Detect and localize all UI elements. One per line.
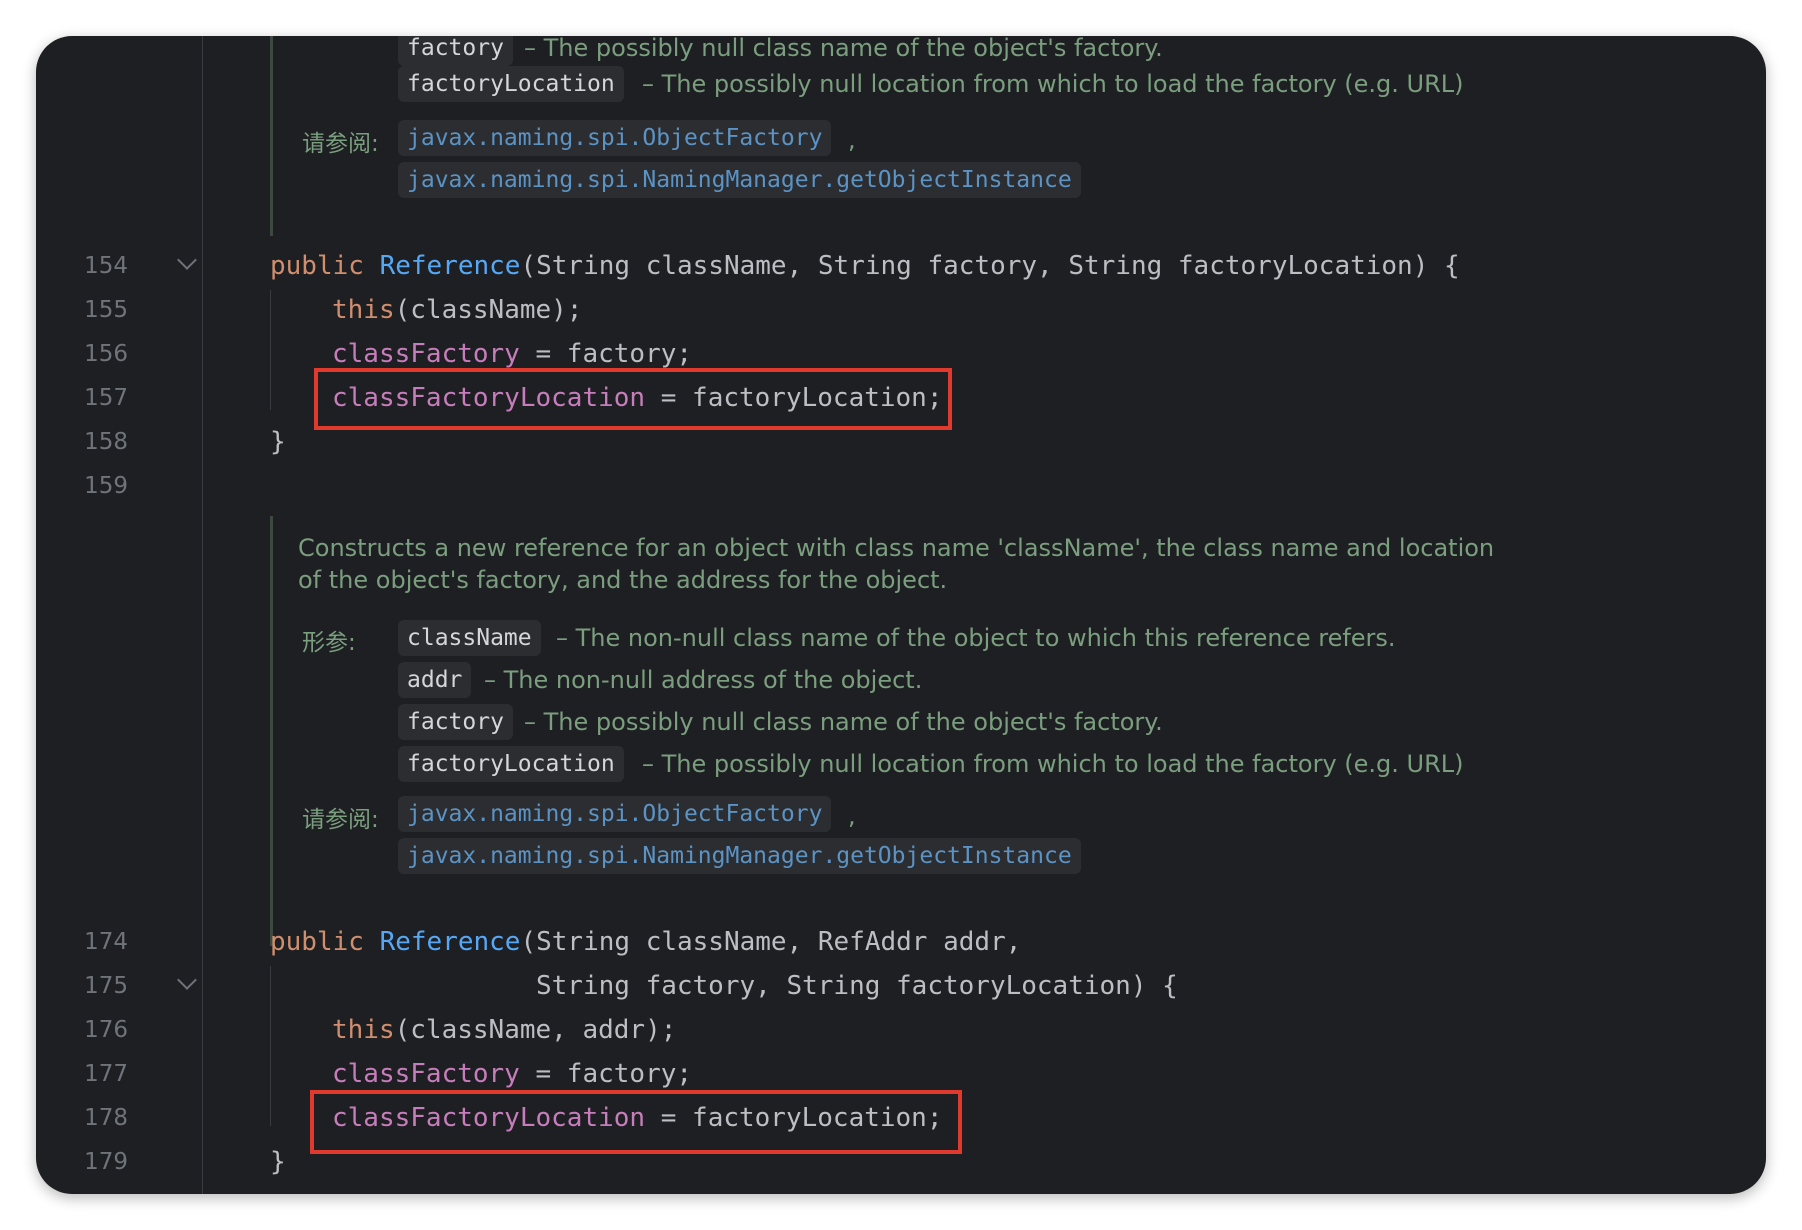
code-line-155: this(className); (332, 292, 582, 328)
keyword-public: public (270, 927, 364, 957)
line-number: 175 (84, 973, 128, 999)
see-link-objectfactory[interactable]: javax.naming.spi.ObjectFactory (398, 796, 832, 832)
param-chip-className: className (398, 620, 541, 656)
params-label: 形参: (302, 630, 356, 656)
doc-description-line-2: of the object's factory, and the address… (298, 566, 948, 594)
field-name: classFactory (332, 1059, 520, 1089)
code-text: (className); (394, 295, 583, 325)
see-link-getobjectinstance-top[interactable]: javax.naming.spi.NamingManager.getObject… (398, 162, 1081, 198)
code-line-174: public Reference(String className, RefAd… (270, 924, 1021, 960)
line-number: 155 (84, 297, 128, 323)
keyword-this: this (332, 295, 395, 325)
method-params: (String className, String factory, Strin… (520, 251, 1460, 281)
see-separator-top: , (848, 126, 856, 154)
param-desc-addr: – The non-null address of the object. (484, 666, 923, 694)
line-number: 158 (84, 429, 128, 455)
doc-comment-middle (270, 516, 273, 946)
line-number: 154 (84, 253, 128, 279)
code-line-158: } (270, 424, 286, 460)
code-line-179: } (270, 1144, 286, 1180)
closing-brace: } (270, 427, 286, 457)
doc-description-line-1: Constructs a new reference for an object… (298, 534, 1495, 562)
code-editor-window: factory – The possibly null class name o… (36, 36, 1766, 1194)
param-desc-className: – The non-null class name of the object … (556, 624, 1396, 652)
method-name: Reference (379, 251, 521, 281)
method-params: (String className, RefAddr addr, (520, 927, 1022, 957)
code-line-154: public Reference(String className, Strin… (270, 248, 1460, 284)
line-number: 177 (84, 1061, 128, 1087)
param-chip-addr: addr (398, 662, 472, 698)
keyword-public: public (270, 251, 364, 281)
see-label-top: 请参阅: (302, 131, 379, 157)
code-line-156: classFactory = factory; (332, 336, 692, 372)
line-number: 179 (84, 1149, 128, 1175)
param-desc-factoryLocation: – The possibly null location from which … (642, 750, 1464, 778)
doc-comment-top (270, 36, 273, 236)
highlight-box-line-178 (310, 1090, 962, 1154)
line-number: 157 (84, 385, 128, 411)
highlight-box-line-157 (314, 368, 952, 430)
fold-chevron-icon[interactable] (177, 970, 197, 990)
field-name: classFactory (332, 339, 520, 369)
method-name: Reference (379, 927, 521, 957)
line-number: 174 (84, 929, 128, 955)
indent-guide (270, 966, 271, 1126)
see-label: 请参阅: (302, 807, 379, 833)
code-line-175: String factory, String factoryLocation) … (536, 968, 1178, 1004)
param-desc-factoryLocation-top: – The possibly null location from which … (642, 70, 1464, 98)
line-number: 159 (84, 473, 128, 499)
code-text: = factory; (519, 339, 693, 369)
see-link-getobjectinstance[interactable]: javax.naming.spi.NamingManager.getObject… (398, 838, 1081, 874)
code-text: (className, addr); (394, 1015, 677, 1045)
line-number: 178 (84, 1105, 128, 1131)
code-text: String factory, String factoryLocation) … (536, 971, 1178, 1001)
fold-chevron-icon[interactable] (177, 250, 197, 270)
param-chip-factory-top: factory (398, 36, 513, 66)
gutter-divider (202, 36, 203, 1194)
line-number: 156 (84, 341, 128, 367)
param-chip-factoryLocation: factoryLocation (398, 746, 624, 782)
see-link-objectfactory-top[interactable]: javax.naming.spi.ObjectFactory (398, 120, 832, 156)
see-separator: , (848, 802, 856, 830)
code-line-176: this(className, addr); (332, 1012, 676, 1048)
line-number: 176 (84, 1017, 128, 1043)
code-text: = factory; (519, 1059, 693, 1089)
param-desc-factory-top: – The possibly null class name of the ob… (524, 36, 1163, 62)
param-chip-factoryLocation-top: factoryLocation (398, 66, 624, 102)
param-desc-factory: – The possibly null class name of the ob… (524, 708, 1163, 736)
code-line-177: classFactory = factory; (332, 1056, 692, 1092)
keyword-this: this (332, 1015, 395, 1045)
closing-brace: } (270, 1147, 286, 1177)
indent-guide (270, 290, 271, 410)
param-chip-factory: factory (398, 704, 513, 740)
